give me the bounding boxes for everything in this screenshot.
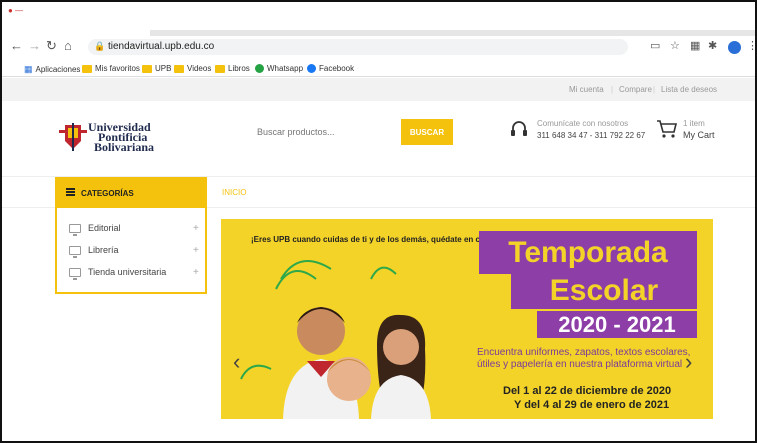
reload-icon[interactable]: ↻	[46, 39, 57, 53]
bookmark-libros[interactable]: Libros	[215, 64, 250, 73]
divider: |	[653, 85, 656, 94]
students-illustration	[240, 260, 431, 419]
university-logo[interactable]: Universidad Pontificia Bolivariana	[88, 121, 154, 153]
carousel-prev-icon[interactable]: ‹	[233, 349, 240, 375]
forward-icon[interactable]: →	[28, 39, 41, 53]
banner-years: 2020 - 2021	[537, 311, 697, 338]
bookmark-apps[interactable]: ▦ Aplicaciones	[24, 64, 80, 75]
folder-icon	[82, 64, 92, 73]
address-bar[interactable]: 🔒 tiendavirtual.upb.edu.co	[88, 39, 628, 55]
folder-icon	[215, 64, 225, 73]
expand-icon[interactable]: +	[193, 245, 199, 256]
hero-banner[interactable]: ‹ ¡Eres UPB cuando cuidas de ti y de los…	[221, 219, 713, 419]
menu-icon[interactable]: ⋮	[747, 39, 755, 52]
banner-subtitle: Encuentra uniformes, zapatos, textos esc…	[477, 347, 691, 370]
categories-toggle[interactable]: CATEGORÍAS	[55, 177, 207, 208]
folder-icon	[174, 64, 184, 73]
headset-icon	[511, 121, 527, 136]
site-topbar: Mi cuenta | Compare | Lista de deseos	[2, 78, 755, 101]
cart-icon[interactable]	[656, 119, 678, 139]
bookmarks-bar: ▦ Aplicaciones Mis favoritos UPB Videos L…	[2, 59, 755, 77]
banner-title-line2: Escolar	[511, 273, 697, 309]
category-tienda[interactable]: Tienda universitaria +	[69, 267, 199, 280]
contact-label: Comunícate con nosotros	[537, 119, 629, 128]
facebook-icon	[307, 64, 316, 73]
browser-toolbar: ← → ↻ ⌂ 🔒 tiendavirtual.upb.edu.co ▭ ☆ ▦…	[2, 36, 755, 58]
lock-icon: 🔒	[94, 41, 106, 51]
category-editorial[interactable]: Editorial +	[69, 223, 199, 236]
search-input[interactable]	[245, 119, 401, 145]
cast-icon[interactable]: ▭	[650, 39, 660, 52]
back-icon[interactable]: ←	[10, 39, 23, 53]
cart-label[interactable]: My Cart	[683, 130, 715, 140]
extension-icon[interactable]: ▦	[690, 39, 700, 52]
compare-link[interactable]: Compare	[619, 85, 652, 94]
category-libreria[interactable]: Librería +	[69, 245, 199, 258]
banner-title-line1: Temporada	[479, 231, 697, 274]
bookmark-videos[interactable]: Videos	[174, 64, 211, 73]
monitor-icon	[69, 223, 81, 236]
puzzle-icon[interactable]: ✱	[708, 39, 717, 52]
cart-count: 1 item	[683, 119, 705, 128]
window-controls-icon[interactable]: ● —	[8, 6, 23, 15]
nav-home-link[interactable]: INICIO	[222, 188, 246, 197]
expand-icon[interactable]: +	[193, 267, 199, 278]
bookmark-star-icon[interactable]: ☆	[670, 39, 680, 52]
apps-grid-icon: ▦	[24, 64, 33, 74]
profile-avatar[interactable]	[728, 41, 741, 54]
whatsapp-icon	[255, 64, 264, 73]
banner-date-1: Del 1 al 22 de diciembre de 2020	[503, 385, 672, 397]
expand-icon[interactable]: +	[193, 223, 199, 234]
banner-tagline: ¡Eres UPB cuando cuidas de ti y de los d…	[251, 235, 496, 244]
folder-icon	[142, 64, 152, 73]
bookmark-whatsapp[interactable]: Whatsapp	[255, 64, 303, 73]
divider: |	[611, 85, 614, 94]
monitor-icon	[69, 245, 81, 258]
screenshot-frame: ● — ← → ↻ ⌂ 🔒 tiendavirtual.upb.edu.co ▭…	[0, 0, 757, 443]
my-account-link[interactable]: Mi cuenta	[569, 85, 604, 94]
contact-phones: 311 648 34 47 - 311 792 22 67	[537, 131, 646, 140]
monitor-icon	[69, 267, 81, 280]
categories-panel: Editorial + Librería + Tienda universita…	[55, 208, 207, 294]
bookmark-favorites[interactable]: Mis favoritos	[82, 64, 140, 73]
product-search: BUSCAR	[245, 119, 453, 145]
wishlist-link[interactable]: Lista de deseos	[661, 85, 717, 94]
bookmark-upb[interactable]: UPB	[142, 64, 171, 73]
browser-tabstrip: ● —	[2, 2, 755, 36]
home-icon[interactable]: ⌂	[64, 39, 72, 53]
carousel-next-icon[interactable]: ›	[685, 349, 692, 375]
bookmark-facebook[interactable]: Facebook	[307, 64, 354, 73]
university-shield-icon	[59, 123, 87, 151]
hamburger-icon	[66, 188, 75, 196]
search-button[interactable]: BUSCAR	[401, 119, 453, 145]
banner-date-2: Y del 4 al 29 de enero de 2021	[514, 399, 670, 411]
url-text: tiendavirtual.upb.edu.co	[108, 41, 215, 52]
